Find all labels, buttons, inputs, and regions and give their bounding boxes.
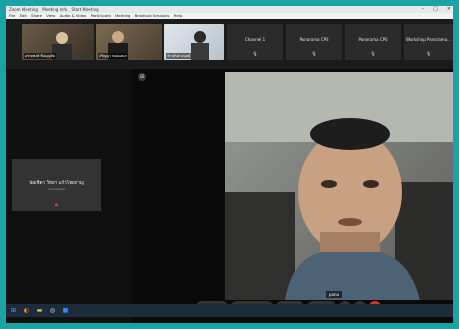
folder-icon[interactable]: ▬ (35, 306, 44, 315)
channel-tile[interactable]: Panorama CPS 🎙 (286, 24, 342, 60)
channel-tile[interactable]: Panorama CPS 🎙 (345, 24, 401, 60)
participant-tile-name: นัยเชิดา วิทยา แก้วไชยกาญ (29, 181, 84, 186)
windows-start-icon[interactable]: ⊞ (9, 306, 18, 315)
window-controls: – □ × (419, 6, 451, 13)
close-icon[interactable]: × (447, 6, 451, 13)
menu-meeting[interactable]: Meeting (115, 13, 130, 18)
title-bar: Zoom Meeting Meeting Info Start Meeting … (6, 6, 453, 13)
muted-mic-icon: 🎙 (370, 51, 376, 56)
window-title: Zoom Meeting (9, 7, 38, 12)
window-title-2: Meeting Info (42, 7, 68, 12)
menu-share[interactable]: Share (31, 13, 42, 18)
menu-edit[interactable]: Edit (20, 13, 27, 18)
channel-label: Channel 1 (244, 37, 266, 42)
menu-audio-video[interactable]: Audio & Video (60, 13, 87, 18)
maximize-icon[interactable]: □ (433, 6, 438, 13)
zoom-window: Zoom Meeting Meeting Info Start Meeting … (6, 6, 453, 323)
speaker-name: panu (326, 291, 343, 298)
muted-mic-icon: 🎙 (252, 51, 258, 56)
participant-thumbnail[interactable]: ปริญญา หอมเอนก (96, 24, 162, 60)
menu-breakout[interactable]: Breakout Sessions (135, 13, 170, 18)
taskbar: ⊞ ◐ ▬ ◎ ■ (6, 304, 453, 317)
participant-thumbnail[interactable]: จักรพันธ์ มนุษย์ (164, 24, 224, 60)
meeting-stage: นัยเชิดา วิทยา แก้วไชยกาญ Connected ● ⊞ (6, 69, 453, 323)
menu-help[interactable]: Help (174, 13, 183, 18)
browser-icon[interactable]: ◐ (22, 306, 31, 315)
window-title-3: Start Meeting (71, 7, 99, 12)
chrome-icon[interactable]: ◎ (48, 306, 57, 315)
channel-label: Panorama CPS (358, 37, 388, 42)
menu-view[interactable]: View (46, 13, 55, 18)
menu-participant[interactable]: Participant (91, 13, 111, 18)
participant-thumbnail[interactable]: อรรถพงษ์ ชินบุญชัย (22, 24, 94, 60)
zoom-icon[interactable]: ■ (61, 306, 70, 315)
minimize-icon[interactable]: – (422, 6, 425, 13)
channel-tile[interactable]: Workshop Panorama... 🎙 (404, 24, 453, 60)
muted-mic-icon: 🎙 (311, 51, 317, 56)
participant-tile[interactable]: นัยเชิดา วิทยา แก้วไชยกาญ Connected ● (12, 159, 101, 211)
muted-mic-icon: 🎙 (425, 51, 432, 56)
participant-strip: อรรถพงษ์ ชินบุญชัย ปริญญา หอมเอนก จักรพั… (6, 19, 453, 69)
channel-tile[interactable]: Channel 1 🎙 (227, 24, 283, 60)
participant-name: อรรถพงษ์ ชินบุญชัย (24, 53, 56, 59)
view-options-button[interactable]: ⊞ (138, 73, 146, 81)
speaker-video-icon (225, 72, 453, 300)
active-speaker-video[interactable] (225, 72, 453, 300)
channel-label: Workshop Panorama... (406, 37, 451, 42)
participant-name: ปริญญา หอมเอนก (98, 53, 128, 59)
channel-label: Panorama CPS (299, 37, 329, 42)
participant-name: จักรพันธ์ มนุษย์ (166, 53, 192, 59)
side-panel: นัยเชิดา วิทยา แก้วไชยกาญ Connected ● (6, 69, 132, 323)
muted-mic-icon: ● (54, 202, 59, 207)
menu-file[interactable]: File (9, 13, 15, 18)
participant-tile-status: Connected (48, 187, 65, 191)
